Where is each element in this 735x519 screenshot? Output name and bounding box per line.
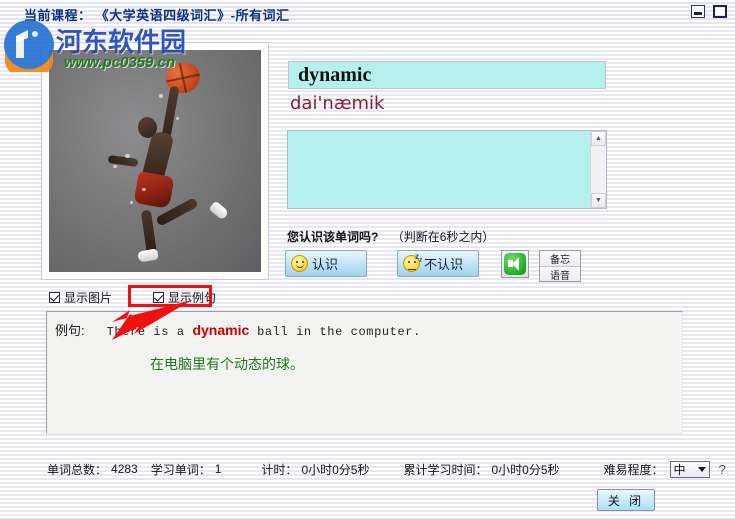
splash-dot bbox=[129, 200, 133, 204]
scroll-down-icon[interactable]: ▼ bbox=[591, 193, 606, 208]
phonetic-text: dai'næmik bbox=[290, 93, 385, 114]
timer-value: 0小时0分5秒 bbox=[301, 462, 370, 477]
memo-button[interactable]: 备忘 bbox=[540, 251, 580, 266]
splash-dot bbox=[176, 116, 180, 120]
smiley-face-icon bbox=[291, 255, 308, 272]
splash-dot bbox=[142, 187, 147, 191]
show-picture-checkbox[interactable]: 显示图片 bbox=[49, 289, 112, 306]
minimize-icon[interactable] bbox=[691, 5, 705, 18]
meaning-scrollbar[interactable]: ▲ ▼ bbox=[590, 131, 606, 208]
example-sentence-highlight: dynamic bbox=[192, 322, 250, 338]
show-example-checkbox[interactable]: 显示例句 bbox=[153, 289, 216, 306]
pronounce-button[interactable] bbox=[501, 250, 529, 278]
example-sentence-after: ball in the computer. bbox=[249, 325, 421, 339]
difficulty-label: 难易程度： bbox=[603, 462, 664, 477]
example-sentence-before: There is a bbox=[106, 325, 193, 339]
difficulty-dropdown[interactable]: 中 bbox=[669, 460, 710, 478]
maximize-icon[interactable] bbox=[713, 5, 727, 18]
difficulty-value: 中 bbox=[673, 462, 686, 477]
voice-button[interactable]: 语音 bbox=[540, 266, 580, 282]
word-picture-frame bbox=[41, 42, 269, 280]
example-sentence: There is a dynamic ball in the computer. bbox=[107, 322, 421, 339]
help-icon[interactable]: ? bbox=[719, 462, 726, 477]
example-translation: 在电脑里有个动态的球。 bbox=[150, 356, 304, 372]
display-options-row: 显示图片 显示例句 bbox=[49, 289, 216, 306]
show-example-label: 显示例句 bbox=[168, 291, 217, 305]
side-button-stack: 备忘 语音 bbox=[539, 250, 581, 282]
total-words-label: 单词总数： bbox=[47, 462, 108, 477]
checkbox-icon[interactable] bbox=[153, 292, 165, 303]
quiz-question-note: （判断在6秒之内） bbox=[391, 230, 495, 244]
title-course-name: 《大学英语四级词汇》-所有词汇 bbox=[95, 8, 290, 23]
window-controls bbox=[691, 5, 727, 18]
page-title: 当前课程： 《大学英语四级词汇》-所有词汇 bbox=[24, 5, 289, 24]
studied-words-label: 学习单词： bbox=[150, 462, 211, 477]
figure-shoe-front bbox=[137, 248, 159, 263]
timer-label: 计时： bbox=[261, 462, 298, 477]
splash-dot bbox=[112, 165, 117, 169]
quiz-button-row: 认识 zz 不认识 备忘 语音 bbox=[285, 250, 581, 282]
title-bar: 当前课程： 《大学英语四级词汇》-所有词汇 bbox=[0, 0, 735, 26]
example-sentence-panel: 例句: There is a dynamic ball in the compu… bbox=[46, 311, 683, 434]
checkbox-icon[interactable] bbox=[49, 292, 60, 303]
figure-shorts bbox=[133, 171, 175, 210]
word-picture bbox=[49, 50, 261, 272]
dont-know-button[interactable]: zz 不认识 bbox=[397, 250, 479, 277]
status-bar: 单词总数： 4283 学习单词： 1 计时： 0小时0分5秒 累计学习时间： 0… bbox=[0, 458, 735, 480]
figure-arm-up bbox=[161, 85, 180, 138]
cumulative-time-label: 累计学习时间： bbox=[403, 462, 488, 477]
quiz-question: 您认识该单词吗? （判断在6秒之内） bbox=[287, 228, 494, 245]
scroll-up-icon[interactable]: ▲ bbox=[591, 131, 606, 146]
example-sentence-row: 例句: There is a dynamic ball in the compu… bbox=[55, 320, 421, 339]
quiz-question-main: 您认识该单词吗? bbox=[287, 230, 379, 244]
word-text: dynamic bbox=[298, 64, 372, 86]
meaning-input[interactable] bbox=[288, 131, 590, 208]
title-label: 当前课程： bbox=[24, 8, 92, 23]
sleepy-face-icon: zz bbox=[403, 252, 422, 272]
speaker-icon bbox=[504, 253, 526, 275]
meaning-input-wrapper: ▲ ▼ bbox=[287, 130, 607, 209]
app-window: 当前课程： 《大学英语四级词汇》-所有词汇 河东软件园 www.pc0359.c… bbox=[0, 0, 735, 519]
studied-words-value: 1 bbox=[214, 462, 222, 476]
total-words-value: 4283 bbox=[111, 462, 138, 476]
show-picture-label: 显示图片 bbox=[64, 291, 113, 305]
close-button[interactable]: 关 闭 bbox=[597, 489, 655, 511]
chevron-down-icon bbox=[697, 466, 706, 472]
know-button-label: 认识 bbox=[312, 257, 339, 272]
figure-shoe-back bbox=[208, 200, 230, 221]
cumulative-time-value: 0小时0分5秒 bbox=[491, 462, 560, 477]
know-button[interactable]: 认识 bbox=[285, 250, 367, 277]
example-label: 例句: bbox=[55, 323, 85, 338]
dont-know-button-label: 不认识 bbox=[424, 257, 464, 272]
word-display-box: dynamic bbox=[288, 61, 606, 89]
splash-dot bbox=[159, 94, 164, 99]
